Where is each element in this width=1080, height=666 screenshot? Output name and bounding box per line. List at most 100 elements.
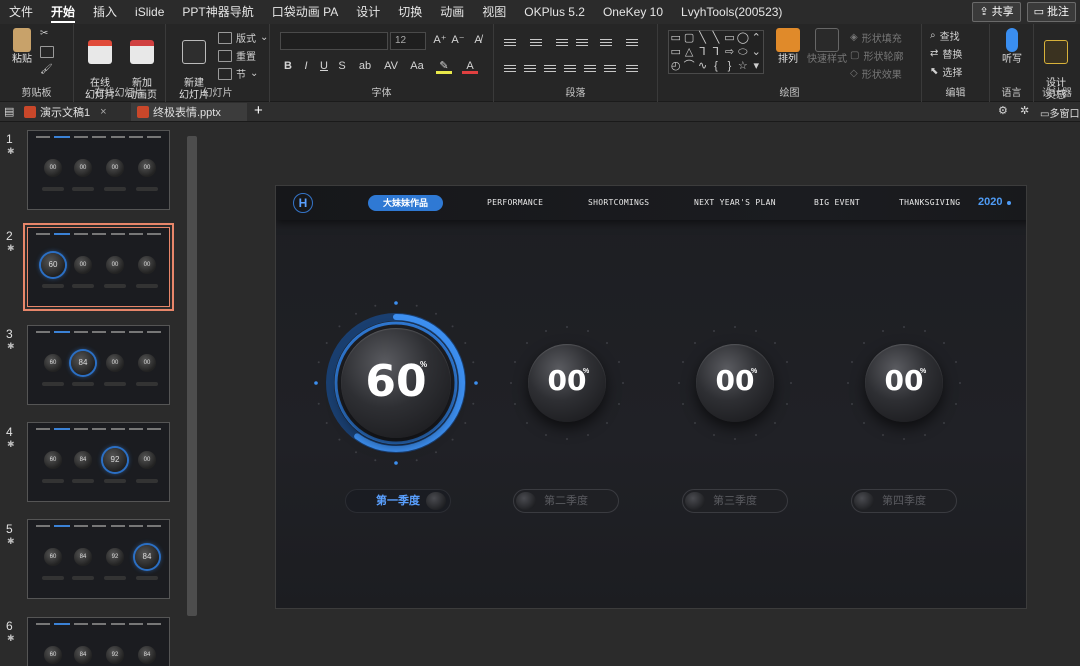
tab-document-1[interactable]: 演示文稿1 × <box>18 103 130 121</box>
shape-outline-button[interactable]: ▢ 形状轮廓 <box>850 48 903 63</box>
gear-icon[interactable]: ✲ <box>1020 104 1029 117</box>
comment-label: 批注 <box>1047 6 1069 18</box>
slide-thumbnail[interactable]: 60 84 92 84 <box>27 617 170 666</box>
thumbnail-quarter-label <box>72 187 94 191</box>
section-button[interactable]: 节 ⌄ <box>218 66 258 81</box>
slide-thumbnail[interactable]: 60 00 00 00 <box>23 223 174 311</box>
thumbnail-gauge: 84 <box>135 545 159 569</box>
nav-active-pill[interactable]: 大妹妹作品 <box>368 195 443 211</box>
nav-thanksgiving[interactable]: THANKSGIVING <box>899 198 960 207</box>
increase-indent-icon[interactable] <box>574 36 590 48</box>
clear-format-button[interactable]: A̸ <box>470 32 486 48</box>
quick-style-icon <box>815 28 839 52</box>
strikethrough-button[interactable]: ab <box>354 58 376 74</box>
replace-button[interactable]: ⇄ 替换 <box>930 46 962 61</box>
distribute-icon[interactable] <box>582 62 598 74</box>
arrange-button[interactable]: 排列 <box>770 28 806 66</box>
slide-thumbnail[interactable]: 60 84 92 00 <box>27 422 170 502</box>
comment-button[interactable]: ▭ 批注 <box>1026 2 1076 22</box>
thumbnail-nav <box>36 525 161 528</box>
shadow-button[interactable]: S <box>334 58 350 74</box>
format-painter-button[interactable]: 🖌 <box>40 64 53 75</box>
tools-icon[interactable]: ⚙ <box>998 104 1008 117</box>
font-size-select[interactable]: 12 <box>390 32 426 50</box>
menu-onekey[interactable]: OneKey 10 <box>594 0 672 24</box>
slide-thumbnail[interactable]: 60 84 00 00 <box>27 325 170 405</box>
slide-thumbnail[interactable]: 00 00 00 00 <box>27 130 170 210</box>
nav-next-year-plan[interactable]: NEXT YEAR'S PLAN <box>694 198 776 207</box>
find-button[interactable]: ⌕ 查找 <box>930 28 960 43</box>
char-spacing-button[interactable]: AV <box>380 58 402 74</box>
cut-button[interactable]: ✂ <box>40 28 48 39</box>
menu-ppt-nav[interactable]: PPT神器导航 <box>173 0 262 24</box>
align-right-icon[interactable] <box>542 62 558 74</box>
numbering-icon[interactable] <box>528 36 544 48</box>
copy-button[interactable] <box>40 46 54 58</box>
close-icon[interactable]: × <box>100 106 106 118</box>
quarter-label: 第三季度 <box>713 495 757 507</box>
align-left-icon[interactable] <box>502 62 518 74</box>
shape-effect-button[interactable]: ◇ 形状效果 <box>850 66 902 81</box>
menu-file[interactable]: 文件 <box>0 0 42 24</box>
toggle-knob <box>685 492 705 510</box>
menu-islide[interactable]: iSlide <box>126 0 173 24</box>
italic-button[interactable]: I <box>298 58 314 74</box>
decrease-indent-icon[interactable] <box>554 36 570 48</box>
change-case-button[interactable]: Aa <box>406 58 428 74</box>
menu-pocket-anim[interactable]: 口袋动画 PA <box>263 0 347 24</box>
slide-thumbnail[interactable]: 60 84 92 84 <box>27 519 170 599</box>
shapes-gallery[interactable]: ▭ ▢ ╲ ╲ ▭ ◯ ⌃ ▭ △ ⅂ ⅂ ⇨ ⬭ ⌄ ◴ ⌒ ∿{} ☆ ▾ <box>668 30 764 74</box>
thumbnail-gauge: 00 <box>138 159 156 177</box>
menu-transitions[interactable]: 切换 <box>389 0 431 24</box>
reset-button[interactable]: 重置 <box>218 48 256 63</box>
justify-icon[interactable] <box>562 62 578 74</box>
bold-button[interactable]: B <box>280 58 296 74</box>
align-text-icon[interactable] <box>624 62 640 74</box>
menu-animations[interactable]: 动画 <box>431 0 473 24</box>
underline-button[interactable]: U <box>316 58 332 74</box>
panel-toggle-icon[interactable]: ▤ <box>4 105 14 118</box>
tab-document-2[interactable]: 终极表情.pptx <box>131 103 247 121</box>
thumbnail-scroll-thumb[interactable] <box>187 136 197 616</box>
nav-big-event[interactable]: BIG EVENT <box>814 198 860 207</box>
grow-font-button[interactable]: A⁺ <box>432 32 448 48</box>
shape-fill-button[interactable]: ◈ 形状填充 <box>850 30 902 45</box>
paste-button[interactable]: 粘贴 <box>2 28 42 66</box>
thumbnail-quarter-label <box>136 382 158 386</box>
nav-performance[interactable]: PERFORMANCE <box>487 198 543 207</box>
nav-shortcomings[interactable]: SHORTCOMINGS <box>588 198 649 207</box>
line-spacing-icon[interactable] <box>598 36 614 48</box>
layout-button[interactable]: 版式 ⌄ <box>218 30 268 45</box>
menu-view[interactable]: 视图 <box>473 0 515 24</box>
gauge-value: 60 <box>365 356 427 407</box>
quick-style-button[interactable]: 快速样式 <box>806 28 848 66</box>
align-center-icon[interactable] <box>522 62 538 74</box>
menu-home[interactable]: 开始 <box>42 0 84 24</box>
menu-design[interactable]: 设计 <box>347 0 389 24</box>
menu-insert[interactable]: 插入 <box>84 0 126 24</box>
bullets-icon[interactable] <box>502 36 518 48</box>
thumbnail-quarter-label <box>136 187 158 191</box>
thumbnail-gauge: 84 <box>74 646 92 664</box>
font-color-icon[interactable]: A <box>462 58 478 74</box>
select-button[interactable]: ⬉ 选择 <box>930 64 962 79</box>
multi-window-button[interactable]: ▭多窗口 <box>1040 105 1079 120</box>
quarter-button[interactable]: 第二季度 <box>513 489 619 513</box>
shrink-font-button[interactable]: A⁻ <box>450 32 466 48</box>
quarter-button[interactable]: 第三季度 <box>682 489 788 513</box>
font-family-select[interactable] <box>280 32 388 50</box>
pptx-file-icon <box>24 106 36 118</box>
menu-okplus[interactable]: OKPlus 5.2 <box>515 0 594 24</box>
share-button[interactable]: ⇪ 共享 <box>972 2 1021 22</box>
menu-lvyhtools[interactable]: LvyhTools(200523) <box>672 0 791 24</box>
slide[interactable]: H 大妹妹作品 PERFORMANCE SHORTCOMINGS NEXT YE… <box>275 185 1027 609</box>
quarter-button[interactable]: 第一季度 <box>345 489 451 513</box>
gauge-dial: 00% <box>528 344 606 422</box>
new-tab-icon[interactable]: + <box>254 102 263 119</box>
font-group-label: 字体 <box>371 88 392 99</box>
quarter-button[interactable]: 第四季度 <box>851 489 957 513</box>
dictate-button[interactable]: 听写 <box>992 28 1032 66</box>
columns-icon[interactable] <box>602 62 618 74</box>
text-direction-icon[interactable] <box>624 36 640 48</box>
highlight-icon[interactable]: ✎ <box>436 58 452 74</box>
